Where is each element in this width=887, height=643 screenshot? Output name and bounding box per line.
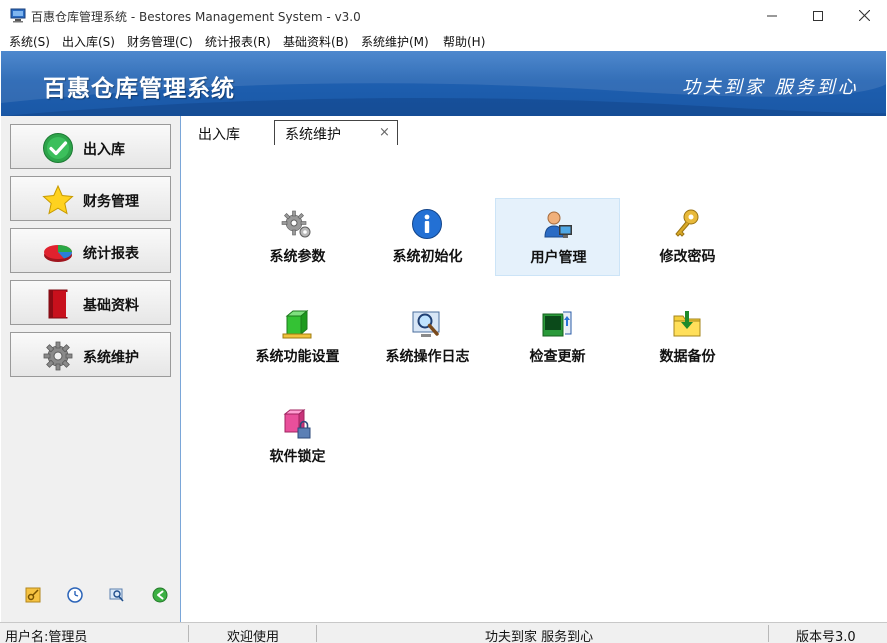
menu-help[interactable]: 帮助(H) bbox=[443, 33, 485, 50]
menu-stock-inout[interactable]: 出入库(S) bbox=[62, 33, 115, 50]
tab-stock-inout[interactable]: 出入库 bbox=[198, 120, 240, 145]
gears-icon bbox=[281, 208, 313, 240]
tile-check-update[interactable]: 检查更新 bbox=[495, 298, 620, 376]
sidebar-toolbar bbox=[1, 586, 181, 608]
sidebar: 出入库 财务管理 统计报表 基础资料 系统维护 bbox=[1, 116, 181, 622]
tab-close-icon[interactable]: × bbox=[379, 125, 390, 140]
menu-system[interactable]: 系统(S) bbox=[9, 33, 50, 50]
magnifier-monitor-icon bbox=[411, 308, 443, 340]
maximize-button[interactable] bbox=[795, 0, 841, 31]
sidebar-item-basic-data[interactable]: 基础资料 bbox=[10, 280, 171, 325]
key-icon[interactable] bbox=[24, 586, 42, 604]
menu-reports[interactable]: 统计报表(R) bbox=[205, 33, 271, 50]
sidebar-item-label: 系统维护 bbox=[83, 350, 139, 366]
computer-icon[interactable] bbox=[10, 8, 26, 23]
search-icon[interactable] bbox=[108, 586, 126, 604]
banner-slogan: 功夫到家 服务到心 bbox=[682, 77, 859, 98]
gear-icon bbox=[41, 339, 75, 373]
user-monitor-icon bbox=[542, 209, 574, 241]
lock-cube-icon bbox=[281, 408, 313, 440]
checkmark-icon bbox=[41, 131, 75, 165]
status-user: 用户名:管理员 bbox=[5, 630, 88, 643]
main-content: 出入库 系统维护 × 系统参数 系统初始化 用户管理 修改密码 系统功能设置 系… bbox=[182, 116, 886, 622]
tile-operation-log[interactable]: 系统操作日志 bbox=[365, 298, 490, 376]
title-bar: 百惠仓库管理系统 - Bestores Management System - … bbox=[0, 0, 887, 31]
folder-download-icon bbox=[671, 308, 703, 340]
tile-user-management[interactable]: 用户管理 bbox=[495, 198, 620, 276]
tab-label: 系统维护 bbox=[285, 127, 341, 143]
menu-maintenance[interactable]: 系统维护(M) bbox=[361, 33, 429, 50]
tile-label: 软件锁定 bbox=[269, 449, 326, 465]
window-title: 百惠仓库管理系统 - Bestores Management System - … bbox=[31, 10, 361, 24]
tile-system-params[interactable]: 系统参数 bbox=[235, 198, 360, 276]
status-bar: 用户名:管理员 欢迎使用 功夫到家 服务到心 版本号3.0 bbox=[0, 622, 887, 643]
tab-maintenance[interactable]: 系统维护 × bbox=[274, 120, 398, 145]
tile-function-settings[interactable]: 系统功能设置 bbox=[235, 298, 360, 376]
status-divider bbox=[316, 625, 317, 642]
sidebar-item-maintenance[interactable]: 系统维护 bbox=[10, 332, 171, 377]
tile-label: 系统初始化 bbox=[392, 249, 463, 265]
tile-system-init[interactable]: 系统初始化 bbox=[365, 198, 490, 276]
tile-label: 用户管理 bbox=[530, 250, 587, 266]
sidebar-item-stock-inout[interactable]: 出入库 bbox=[10, 124, 171, 169]
status-welcome: 欢迎使用 bbox=[227, 630, 280, 643]
book-icon bbox=[41, 287, 75, 321]
tile-change-password[interactable]: 修改密码 bbox=[625, 198, 750, 276]
sidebar-item-label: 出入库 bbox=[83, 142, 125, 158]
tile-label: 系统操作日志 bbox=[385, 349, 470, 365]
status-version: 版本号3.0 bbox=[796, 630, 856, 643]
sidebar-item-label: 基础资料 bbox=[83, 298, 139, 314]
header-banner: 百惠仓库管理系统 功夫到家 服务到心 bbox=[1, 51, 886, 116]
star-icon bbox=[41, 183, 75, 217]
back-arrow-icon[interactable] bbox=[151, 586, 169, 604]
tile-software-lock[interactable]: 软件锁定 bbox=[235, 398, 360, 476]
status-slogan: 功夫到家 服务到心 bbox=[485, 630, 594, 643]
tile-label: 修改密码 bbox=[659, 249, 716, 265]
sidebar-item-label: 统计报表 bbox=[83, 246, 139, 262]
tile-label: 系统功能设置 bbox=[255, 349, 340, 365]
update-icon bbox=[541, 308, 573, 340]
sidebar-item-label: 财务管理 bbox=[83, 194, 139, 210]
tile-data-backup[interactable]: 数据备份 bbox=[625, 298, 750, 376]
clock-icon[interactable] bbox=[66, 586, 84, 604]
close-button[interactable] bbox=[841, 0, 887, 31]
status-divider bbox=[768, 625, 769, 642]
menu-bar: 系统(S) 出入库(S) 财务管理(C) 统计报表(R) 基础资料(B) 系统维… bbox=[0, 31, 887, 51]
minimize-button[interactable] bbox=[749, 0, 795, 31]
sidebar-item-finance[interactable]: 财务管理 bbox=[10, 176, 171, 221]
tile-label: 系统参数 bbox=[269, 249, 326, 265]
tile-label: 检查更新 bbox=[529, 349, 586, 365]
green-cube-icon bbox=[281, 308, 313, 340]
menu-finance[interactable]: 财务管理(C) bbox=[127, 33, 193, 50]
keys-icon bbox=[671, 208, 703, 240]
sidebar-item-reports[interactable]: 统计报表 bbox=[10, 228, 171, 273]
menu-basic-data[interactable]: 基础资料(B) bbox=[283, 33, 349, 50]
tile-label: 数据备份 bbox=[659, 349, 716, 365]
status-divider bbox=[188, 625, 189, 642]
info-icon bbox=[411, 208, 443, 240]
pie-chart-icon bbox=[41, 235, 75, 269]
system-title: 百惠仓库管理系统 bbox=[43, 76, 235, 102]
